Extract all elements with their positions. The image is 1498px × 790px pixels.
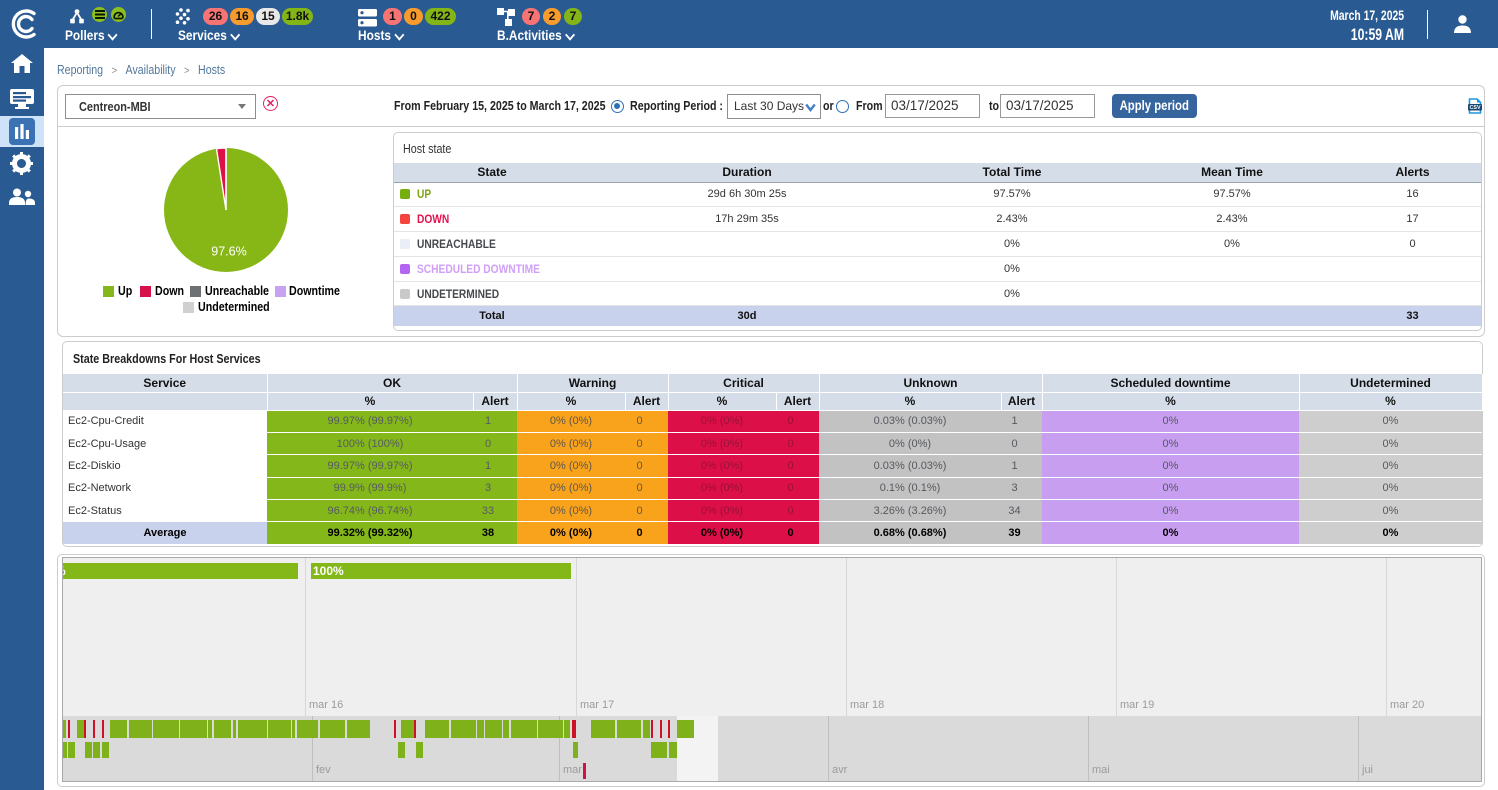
svg-text:CSV: CSV xyxy=(1469,105,1480,111)
